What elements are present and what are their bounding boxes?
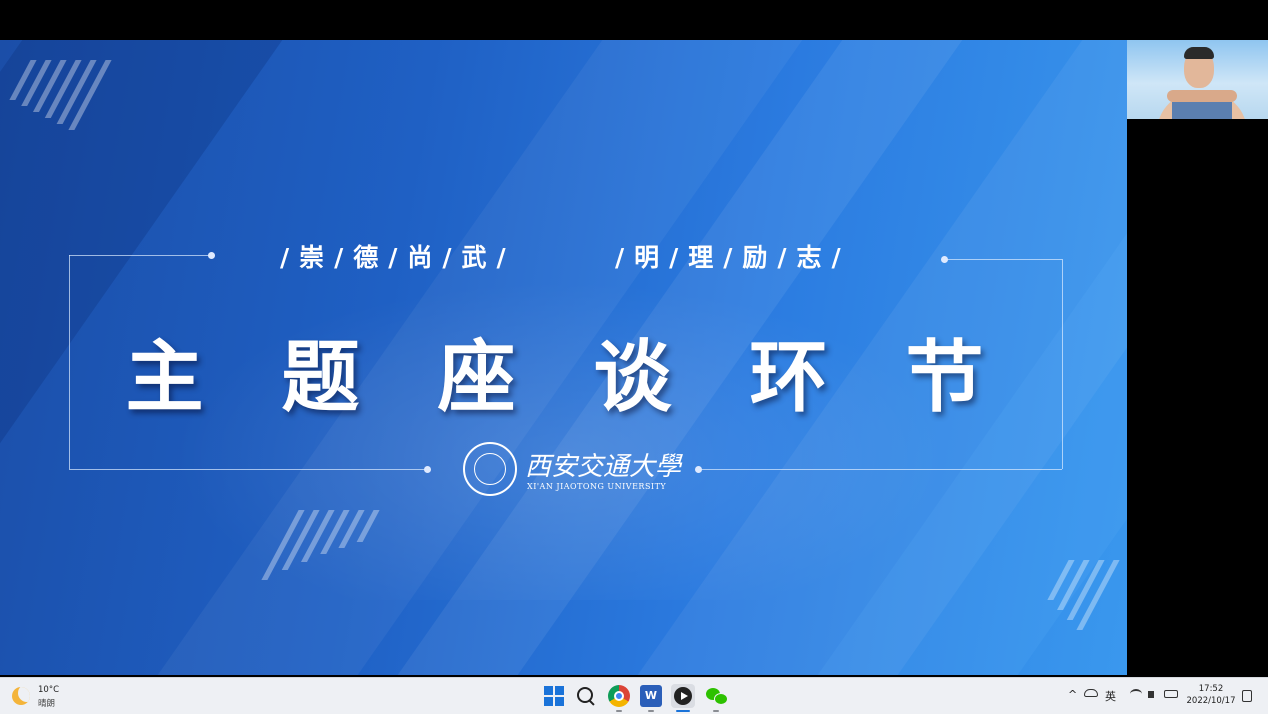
screen: /崇/德/尚/武/ /明/理/励/志/ 主题座谈环节 西安交通大學 XI'AN …	[0, 0, 1268, 714]
frame-line	[69, 469, 427, 470]
show-hidden-icons-chevron-icon[interactable]: ^	[1068, 688, 1077, 701]
volume-icon[interactable]	[1148, 691, 1154, 698]
active-indicator	[676, 710, 690, 712]
frame-dot	[695, 466, 702, 473]
input-language-indicator[interactable]: 英	[1105, 688, 1116, 704]
slogan-right: /明/理/励/志/	[615, 243, 851, 272]
onedrive-cloud-icon[interactable]	[1084, 689, 1098, 697]
logo-english-name: XI'AN JIAOTONG UNIVERSITY	[527, 482, 667, 491]
notification-icon[interactable]	[1242, 690, 1252, 702]
running-indicator	[648, 710, 654, 712]
slogan: /崇/德/尚/武/ /明/理/励/志/	[0, 238, 1127, 278]
university-seal-icon	[463, 442, 517, 496]
windows-start-icon[interactable]	[543, 685, 565, 707]
running-indicator	[616, 710, 622, 712]
battery-icon[interactable]	[1164, 690, 1178, 698]
university-logo: 西安交通大學 XI'AN JIAOTONG UNIVERSITY	[463, 442, 683, 498]
frame-dot	[424, 466, 431, 473]
clock-time: 17:52	[1198, 684, 1224, 694]
search-icon[interactable]	[575, 685, 597, 707]
running-indicator	[713, 710, 719, 712]
slide-title: 主题座谈环节	[125, 333, 1062, 423]
moon-icon	[12, 687, 30, 705]
participant-video[interactable]	[1127, 40, 1268, 119]
word-icon[interactable]: W	[640, 685, 662, 707]
wechat-icon[interactable]	[705, 685, 728, 707]
weather-temperature: 10°C	[38, 685, 60, 695]
weather-condition: 晴朗	[38, 699, 56, 709]
chrome-icon[interactable]	[608, 685, 630, 707]
presentation-slide: /崇/德/尚/武/ /明/理/励/志/ 主题座谈环节 西安交通大學 XI'AN …	[0, 40, 1127, 675]
media-player-icon[interactable]	[671, 684, 695, 708]
wifi-icon[interactable]	[1130, 689, 1142, 699]
frame-line	[698, 469, 1062, 470]
logo-chinese-name: 西安交通大學	[525, 452, 682, 482]
clock-date: 2022/10/17	[1186, 696, 1236, 706]
system-clock[interactable]: 17:52 2022/10/17	[1186, 683, 1236, 707]
slogan-left: /崇/德/尚/武/	[280, 243, 516, 272]
taskbar: 10°C 晴朗 W ^ 英 17:52 2022/10/17	[0, 677, 1268, 714]
